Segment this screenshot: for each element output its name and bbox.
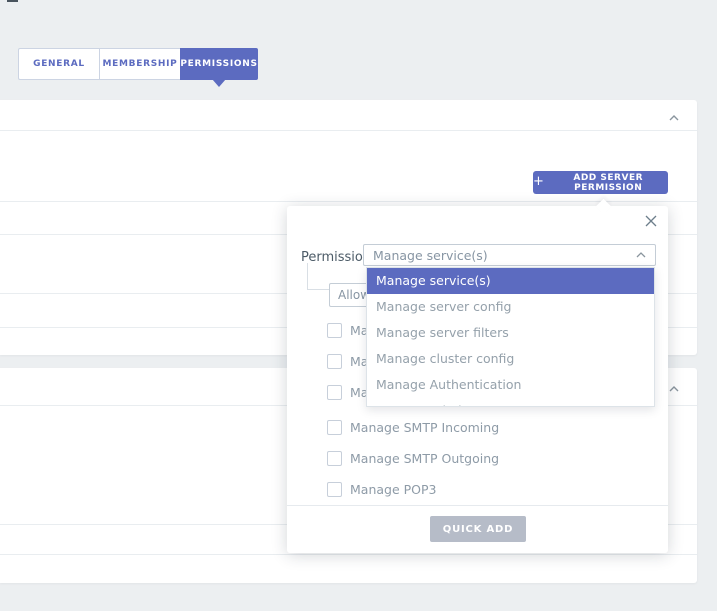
- tab-membership[interactable]: MEMBERSHIP: [99, 48, 180, 80]
- permission-checkbox-row: Ma: [327, 354, 368, 369]
- plus-icon: +: [533, 175, 544, 188]
- add-permission-popover: Permission: Manage service(s) Allow Ma M…: [287, 206, 668, 553]
- permission-checkbox-row: Ma: [327, 385, 368, 400]
- option-manage-server-filters[interactable]: Manage server filters: [367, 320, 654, 346]
- checkbox-unchecked[interactable]: [327, 323, 342, 338]
- permission-select-value: Manage service(s): [373, 248, 488, 263]
- checkbox-unchecked[interactable]: [327, 482, 342, 497]
- close-icon: [645, 215, 657, 230]
- tab-bar: GENERAL MEMBERSHIP PERMISSIONS: [18, 48, 258, 80]
- add-server-permission-label: ADD SERVER PERMISSION: [548, 173, 668, 193]
- permission-select[interactable]: Manage service(s): [363, 244, 656, 266]
- checkbox-unchecked[interactable]: [327, 451, 342, 466]
- permission-checkbox-row: Ma: [327, 323, 368, 338]
- top-edge-artifact: [7, 0, 18, 2]
- checkbox-unchecked[interactable]: [327, 385, 342, 400]
- checkbox-label: Manage POP3: [350, 482, 437, 497]
- permission-checkbox-row: Manage SMTP Outgoing: [327, 451, 499, 466]
- option-manage-services[interactable]: Manage service(s): [367, 268, 654, 294]
- row-divider: [0, 130, 697, 131]
- option-manage-admin-acl[interactable]: Manage Admin ACL: [367, 398, 654, 407]
- chevron-up-icon: [669, 109, 679, 124]
- tab-permissions[interactable]: PERMISSIONS: [180, 48, 258, 80]
- chevron-up-icon: [636, 252, 646, 258]
- close-button[interactable]: [643, 214, 659, 230]
- chevron-up-icon: [669, 380, 679, 395]
- checkbox-label: Manage SMTP Incoming: [350, 420, 499, 435]
- permissions-page: GENERAL MEMBERSHIP PERMISSIONS + ADD SER…: [0, 0, 717, 611]
- checkbox-label: Manage SMTP Outgoing: [350, 451, 499, 466]
- panel-collapse-button[interactable]: [666, 380, 682, 394]
- checkbox-unchecked[interactable]: [327, 420, 342, 435]
- permission-checkbox-row: Manage SMTP Incoming: [327, 420, 499, 435]
- option-manage-server-config[interactable]: Manage server config: [367, 294, 654, 320]
- tab-general[interactable]: GENERAL: [18, 48, 99, 80]
- quick-add-button[interactable]: QUICK ADD: [430, 516, 526, 542]
- option-manage-cluster-config[interactable]: Manage cluster config: [367, 346, 654, 372]
- panel-collapse-button[interactable]: [666, 109, 682, 123]
- row-divider: [0, 554, 697, 555]
- permission-checkbox-row: Manage POP3: [327, 482, 437, 497]
- permission-option-list: Manage service(s) Manage server config M…: [366, 267, 655, 407]
- checkbox-unchecked[interactable]: [327, 354, 342, 369]
- row-divider: [0, 201, 697, 202]
- popover-footer-divider: [287, 505, 668, 506]
- add-server-permission-button[interactable]: + ADD SERVER PERMISSION: [533, 171, 668, 194]
- child-indent-connector: [307, 263, 329, 290]
- option-manage-authentication[interactable]: Manage Authentication: [367, 372, 654, 398]
